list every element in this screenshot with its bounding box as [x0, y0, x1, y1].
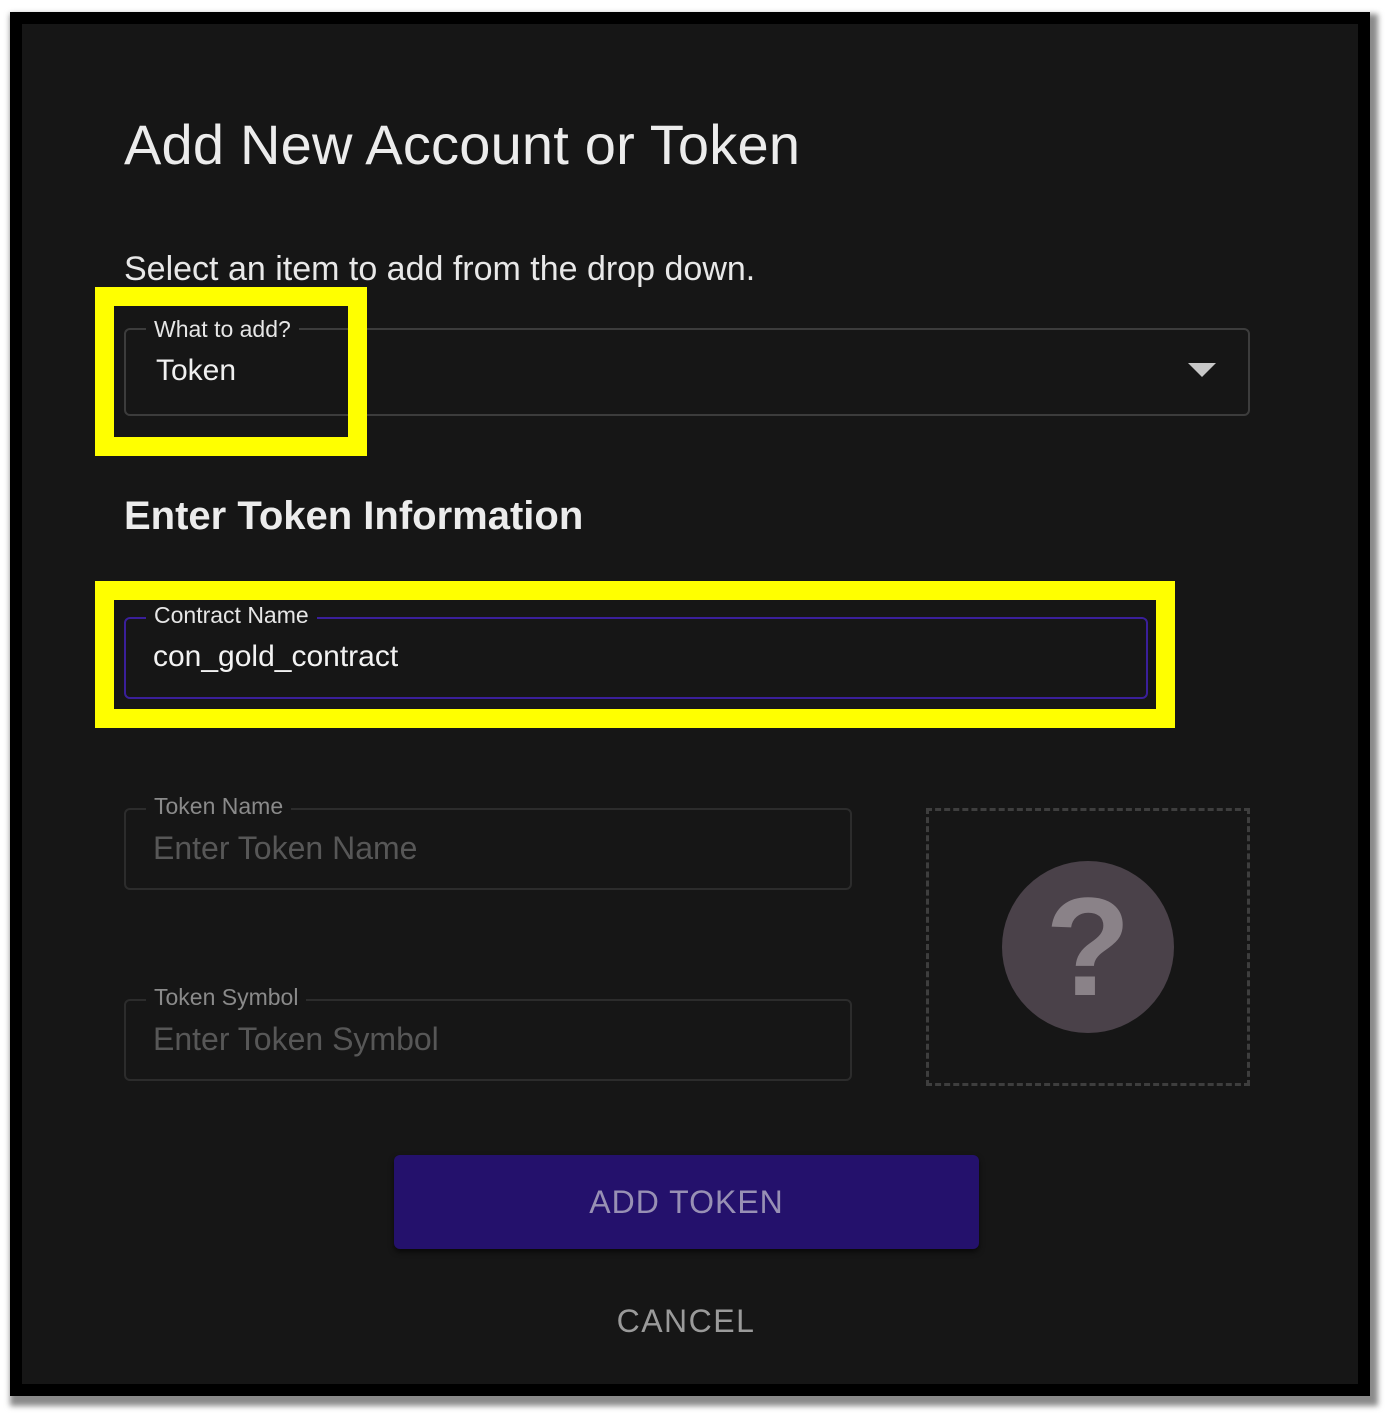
token-name-label: Token Name	[146, 792, 292, 820]
highlight-box-select	[95, 287, 367, 456]
token-symbol-placeholder: Enter Token Symbol	[153, 1021, 439, 1057]
highlight-box-contract	[95, 581, 1175, 728]
cancel-button[interactable]: CANCEL	[586, 1295, 786, 1347]
question-mark-glyph: ?	[1045, 868, 1131, 1025]
dropdown-arrow-icon[interactable]	[1188, 363, 1216, 377]
dialog-instruction: Select an item to add from the drop down…	[124, 250, 756, 288]
dialog-title: Add New Account or Token	[124, 113, 801, 176]
token-name-placeholder: Enter Token Name	[153, 830, 418, 866]
section-heading: Enter Token Information	[124, 494, 584, 538]
add-token-button[interactable]: ADD TOKEN	[394, 1155, 979, 1249]
token-symbol-label: Token Symbol	[146, 983, 307, 1011]
question-mark-icon: ?	[1002, 861, 1174, 1033]
